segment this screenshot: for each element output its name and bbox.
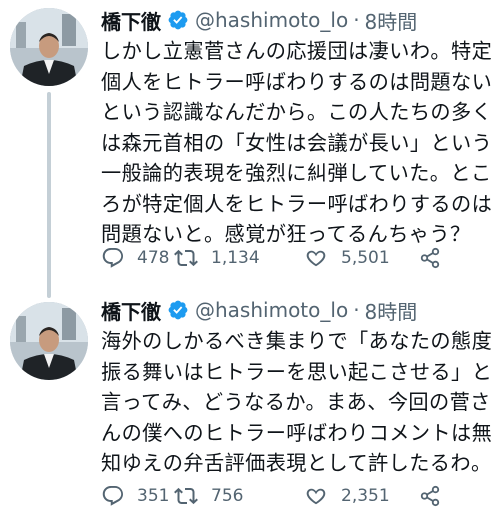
tweet[interactable]: 橋下徹 @hashimoto_lo · 8時間 海外のしかるべき集まりで「あなた…	[0, 290, 500, 523]
tweet-text: しかし立憲菅さんの応援団は凄いわ。特定 個人をヒトラー呼ばわりするのは問題ない …	[101, 36, 493, 250]
avatar-photo	[10, 302, 88, 380]
author-handle[interactable]: @hashimoto_lo	[195, 8, 348, 32]
verified-badge-icon	[167, 299, 189, 321]
retweet-button[interactable]: 756	[173, 481, 243, 511]
retweet-icon	[173, 484, 199, 508]
tweet-text: 海外のしかるべき集まりで「あなたの態度 振る舞いはヒトラーを思い起こさせる」と …	[101, 326, 493, 479]
tweet-text-line: 海外のしかるべき集まりで「あなたの態度	[101, 329, 493, 353]
like-icon	[303, 246, 329, 270]
author-handle[interactable]: @hashimoto_lo	[195, 298, 348, 322]
retweet-icon	[173, 246, 199, 270]
share-button[interactable]	[419, 243, 441, 273]
like-count: 2,351	[341, 486, 390, 506]
avatar[interactable]	[10, 302, 88, 380]
action-bar: 351 756 2,351	[101, 481, 493, 511]
retweet-button[interactable]: 1,134	[173, 243, 260, 273]
tweet-text-line: 言ってみ、どうなるか。まあ、今回の菅さ	[101, 390, 491, 414]
like-icon	[303, 484, 329, 508]
share-button[interactable]	[419, 481, 441, 511]
tweet-text-line: という認識なんだから。この人たちの多く	[101, 100, 493, 124]
action-bar: 478 1,134 5,501	[101, 243, 493, 273]
tweet[interactable]: 橋下徹 @hashimoto_lo · 8時間 しかし立憲菅さんの応援団は凄いわ…	[0, 0, 500, 298]
reply-count: 478	[137, 248, 170, 268]
like-button[interactable]: 2,351	[303, 481, 390, 511]
timestamp[interactable]: 8時間	[365, 6, 418, 35]
thread-line	[47, 92, 51, 298]
tweet-text-line: は森元首相の「女性は会議が長い」という	[101, 130, 493, 155]
reply-icon	[101, 484, 125, 508]
reply-button[interactable]: 351	[101, 481, 169, 511]
tweet-text-line: 振る舞いはヒトラーを思い起こさせる」と	[101, 359, 493, 384]
tweet-text-line: しかし立憲菅さんの応援団は凄いわ。特定	[101, 39, 493, 63]
like-button[interactable]: 5,501	[303, 243, 390, 273]
author-name[interactable]: 橋下徹	[101, 6, 161, 35]
share-icon	[419, 246, 441, 270]
retweet-count: 1,134	[211, 248, 260, 268]
separator-dot: ·	[353, 8, 360, 32]
tweet-header: 橋下徹 @hashimoto_lo · 8時間	[101, 296, 417, 324]
tweet-text-line: 個人をヒトラー呼ばわりするのは問題ない	[101, 69, 493, 94]
verified-badge-icon	[167, 9, 189, 31]
separator-dot: ·	[353, 298, 360, 322]
reply-icon	[101, 246, 125, 270]
author-name[interactable]: 橋下徹	[101, 296, 161, 325]
retweet-count: 756	[211, 486, 244, 506]
avatar[interactable]	[10, 8, 88, 86]
timestamp[interactable]: 8時間	[365, 296, 418, 325]
tweet-header: 橋下徹 @hashimoto_lo · 8時間	[101, 6, 417, 34]
tweet-text-line: 一般論的表現を強烈に糾弾していた。とこ	[101, 161, 492, 185]
like-count: 5,501	[341, 248, 390, 268]
share-icon	[419, 484, 441, 508]
reply-button[interactable]: 478	[101, 243, 169, 273]
avatar-photo	[10, 8, 88, 86]
tweet-text-line: んの僕へのヒトラー呼ばわりコメントは無	[101, 420, 493, 445]
reply-count: 351	[137, 486, 170, 506]
tweet-text-line: ろが特定個人をヒトラー呼ばわりするのは	[101, 191, 493, 216]
tweet-text-line: 知ゆえの弁舌評価表現として許したるわ。	[101, 451, 492, 475]
